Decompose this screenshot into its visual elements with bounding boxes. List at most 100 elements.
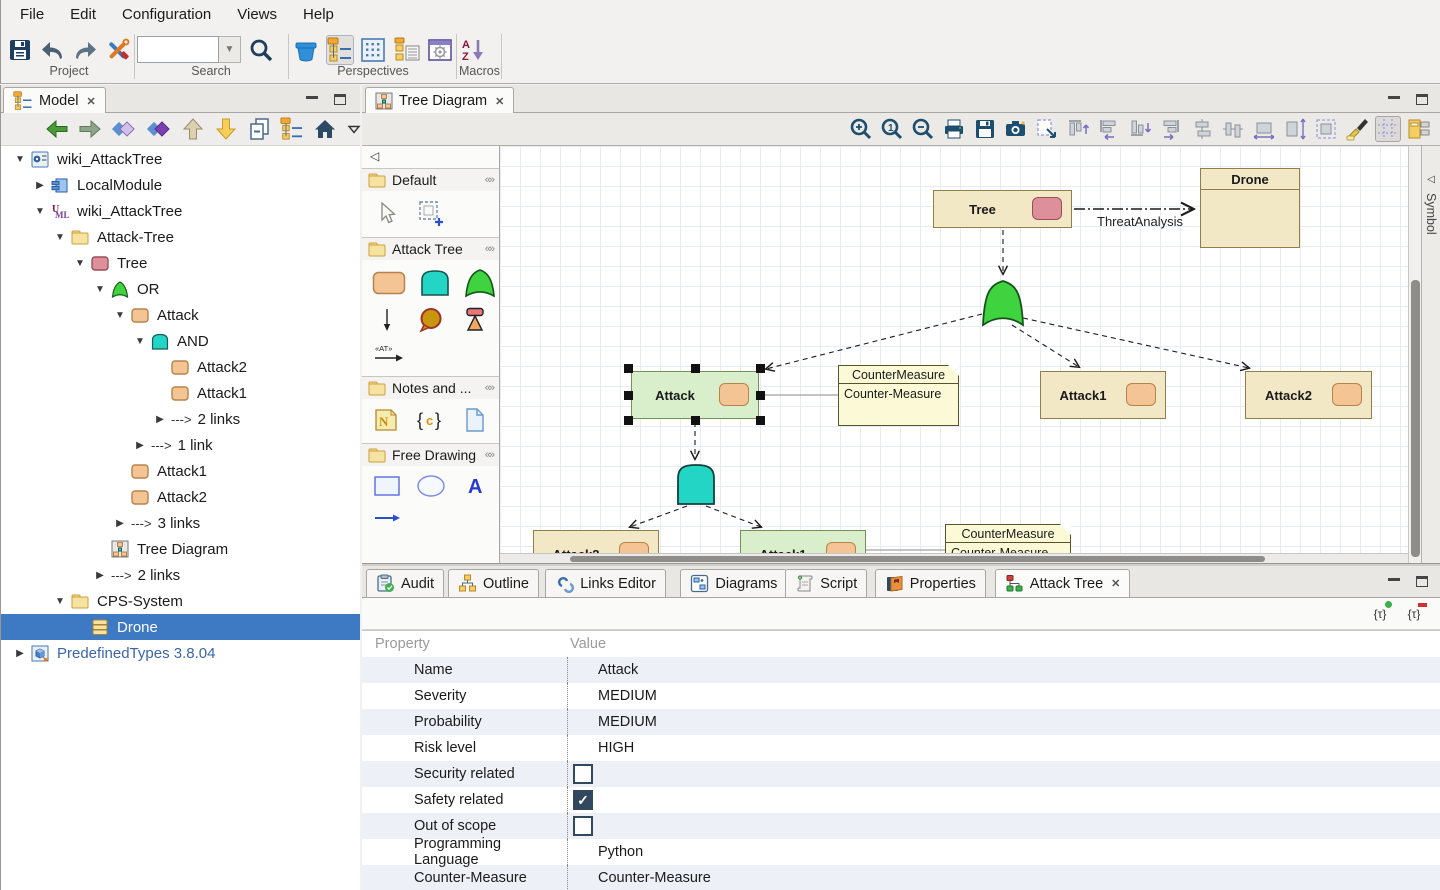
palette-tool-document[interactable]	[460, 407, 490, 433]
close-icon[interactable]: ✕	[87, 95, 96, 108]
horizontal-scrollbar[interactable]	[500, 553, 1408, 563]
tree-item-drone[interactable]: Drone	[1, 614, 360, 640]
tree-item-attack[interactable]: ▼Attack	[1, 302, 360, 328]
tab-script[interactable]: Script	[785, 569, 867, 597]
palette-tool-link-down[interactable]	[372, 307, 402, 333]
close-icon[interactable]: ✕	[495, 95, 504, 108]
palette-tool-rectangle[interactable]	[372, 474, 402, 498]
copy-button[interactable]	[247, 114, 271, 144]
tree-item-wiki-attacktree[interactable]: ▼wiki_AttackTree	[1, 146, 360, 172]
collapse-icon[interactable]: ▼	[69, 258, 91, 269]
selection-handle[interactable]	[624, 391, 633, 400]
collapse-section-icon[interactable]: «»	[485, 382, 499, 394]
expand-left-icon[interactable]: ◁	[1422, 146, 1440, 185]
model-perspective-button[interactable]	[326, 35, 354, 65]
close-icon[interactable]: ✕	[1111, 577, 1120, 590]
settings-tools-button[interactable]	[105, 35, 132, 65]
node-and-gate[interactable]	[676, 463, 716, 505]
navigate-forward-button[interactable]	[78, 114, 102, 144]
sort-az-macros-button[interactable]: AZ	[459, 35, 487, 65]
add-type-parameter-button[interactable]: {τ}	[1368, 603, 1392, 625]
redo-button[interactable]	[72, 35, 99, 65]
checkbox-unchecked[interactable]	[573, 764, 593, 784]
palette-tool-ellipse[interactable]	[416, 474, 446, 498]
tab-properties[interactable]: Properties	[875, 569, 986, 597]
collapse-icon[interactable]: ▼	[89, 284, 111, 295]
align-right-button[interactable]	[1158, 116, 1184, 142]
resize-vertical-button[interactable]	[1282, 116, 1308, 142]
palette-tool-or-gate[interactable]	[464, 268, 496, 298]
palette-section-notes-and-[interactable]: Notes and ...«»	[362, 376, 499, 399]
edge[interactable]	[630, 506, 687, 527]
node-badge[interactable]	[1332, 383, 1362, 406]
collapse-icon[interactable]: ▼	[49, 596, 71, 607]
tree-item-attack-tree[interactable]: ▼Attack-Tree	[1, 224, 360, 250]
maximize-icon[interactable]	[1416, 94, 1428, 105]
tab-diagrams[interactable]: Diagrams	[680, 569, 787, 597]
palette-tool-marquee-add[interactable]	[416, 199, 446, 227]
expand-icon[interactable]: ▶	[109, 518, 131, 529]
tab-outline[interactable]: Outline	[448, 569, 539, 597]
diagram-canvas[interactable]: ThreatAnalysisTreeDroneAttackCounterMeas…	[500, 146, 1408, 563]
edge[interactable]	[706, 506, 761, 527]
palette-tool-text[interactable]: A	[460, 474, 490, 498]
maximize-icon[interactable]	[334, 94, 346, 105]
format-paint-button[interactable]	[1344, 116, 1370, 142]
node-or-gate[interactable]	[981, 279, 1025, 327]
property-row-name[interactable]: NameAttack	[362, 657, 1440, 683]
move-up-button[interactable]	[181, 114, 205, 144]
property-row-safety-related[interactable]: Safety related✓	[362, 787, 1440, 813]
edge[interactable]	[766, 314, 982, 369]
zoom-in-button[interactable]	[848, 116, 874, 142]
palette-tool-constraint[interactable]: {c}	[416, 407, 446, 433]
palette-section-attack-tree[interactable]: Attack Tree«»	[362, 237, 499, 260]
note-note1[interactable]: CounterMeasureCounter-Measure	[838, 365, 959, 426]
menu-views[interactable]: Views	[224, 0, 290, 30]
palette-tool-countermeasure[interactable]	[416, 306, 446, 334]
node-tree[interactable]: Tree	[933, 190, 1072, 228]
previous-diagram-button[interactable]	[111, 114, 137, 144]
tab-links-editor[interactable]: Links Editor	[545, 569, 666, 597]
selection-handle[interactable]	[756, 364, 765, 373]
align-left-button[interactable]	[1096, 116, 1122, 142]
collapse-icon[interactable]: ▼	[129, 336, 151, 347]
search-icon[interactable]	[247, 35, 275, 65]
palette-tool-and-gate[interactable]	[420, 269, 450, 297]
grid-toggle-button[interactable]	[1375, 116, 1401, 142]
palette-tool-arrow[interactable]	[372, 506, 402, 530]
fit-page-button[interactable]	[1313, 116, 1339, 142]
bucket-perspective-button[interactable]	[292, 35, 320, 65]
collapse-icon[interactable]: ▼	[29, 206, 51, 217]
node-attack1-right[interactable]: Attack1	[1040, 371, 1166, 419]
palette-collapse-icon[interactable]: ◁	[362, 146, 499, 168]
collapse-section-icon[interactable]: «»	[485, 449, 499, 461]
tree-item-2-links[interactable]: ▶--->2 links	[1, 406, 360, 432]
tree-item-tree-diagram[interactable]: Tree Diagram	[1, 536, 360, 562]
grid-perspective-button[interactable]	[360, 35, 388, 65]
tree-item-2-links[interactable]: ▶--->2 links	[1, 562, 360, 588]
edge[interactable]	[1023, 318, 1249, 368]
align-bottom-button[interactable]	[1127, 116, 1153, 142]
selection-handle[interactable]	[624, 364, 633, 373]
zoom-out-button[interactable]	[910, 116, 936, 142]
distribute-vertical-button[interactable]	[1189, 116, 1215, 142]
minimize-icon[interactable]	[1388, 576, 1400, 581]
expand-icon[interactable]: ▶	[129, 440, 151, 451]
tree-item-predefinedtypes-3-8-04[interactable]: ▶PredefinedTypes 3.8.04	[1, 640, 360, 666]
menu-file[interactable]: File	[7, 0, 57, 30]
align-top-button[interactable]	[1065, 116, 1091, 142]
collapse-icon[interactable]: ▼	[109, 310, 131, 321]
selection-handle[interactable]	[691, 364, 700, 373]
expand-icon[interactable]: ▶	[29, 180, 51, 191]
move-down-button[interactable]	[214, 114, 238, 144]
maximize-icon[interactable]	[1416, 576, 1428, 587]
menu-configuration[interactable]: Configuration	[109, 0, 224, 30]
tab-attack-tree[interactable]: Attack Tree✕	[995, 569, 1131, 597]
palette-tool-note[interactable]: N	[372, 408, 402, 432]
save-image-button[interactable]	[972, 116, 998, 142]
capture-selection-button[interactable]	[1034, 116, 1060, 142]
tab-model[interactable]: Model ✕	[3, 87, 106, 114]
scrollbar-thumb[interactable]	[1411, 280, 1420, 557]
checkbox-checked[interactable]: ✓	[573, 790, 593, 810]
vertical-scrollbar[interactable]	[1408, 146, 1421, 563]
